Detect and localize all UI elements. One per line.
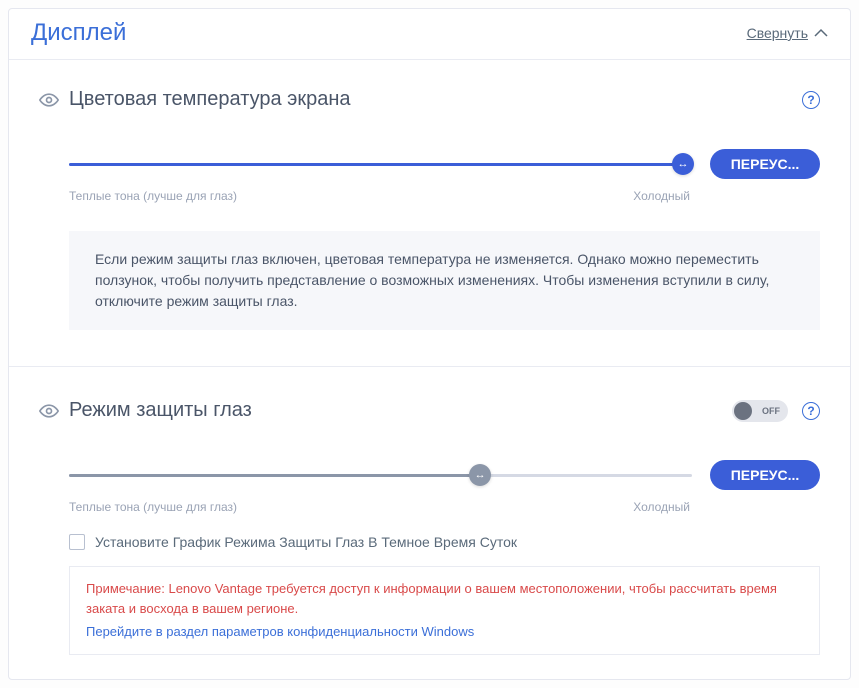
panel-body: Цветовая температура экрана ? ↔ ПЕРЕУС..… [9, 60, 850, 679]
slider-track: ↔ [69, 474, 692, 477]
slider-fill [69, 474, 480, 477]
cold-label: Холодный [633, 189, 690, 203]
eye-care-reset-button[interactable]: ПЕРЕУС... [710, 460, 820, 490]
toggle-knob [734, 402, 752, 420]
color-temperature-section: Цветовая температура экрана ? ↔ ПЕРЕУС..… [39, 88, 820, 330]
location-note-box: Примечание: Lenovo Vantage требуется дос… [69, 566, 820, 655]
slider-fill [69, 163, 692, 166]
color-temp-slider[interactable]: ↔ [69, 163, 692, 166]
warm-label: Теплые тона (лучше для глаз) [69, 500, 237, 514]
eye-care-toggle[interactable]: OFF [732, 400, 788, 422]
privacy-settings-link[interactable]: Перейдите в раздел параметров конфиденци… [86, 622, 803, 642]
schedule-checkbox[interactable] [69, 534, 85, 550]
schedule-checkbox-row: Установите График Режима Защиты Глаз В Т… [39, 534, 820, 550]
slider-track: ↔ [69, 163, 692, 166]
slider-labels: Теплые тона (лучше для глаз) Холодный [39, 189, 820, 203]
eye-icon [39, 401, 59, 421]
help-icon[interactable]: ? [802, 91, 820, 109]
section-divider [9, 366, 850, 367]
location-note-text: Примечание: Lenovo Vantage требуется дос… [86, 579, 803, 618]
schedule-checkbox-label: Установите График Режима Защиты Глаз В Т… [95, 534, 517, 550]
panel-header: Дисплей Свернуть [9, 9, 850, 60]
display-panel: Дисплей Свернуть Цветовая температура эк… [8, 8, 851, 680]
chevron-up-icon [814, 28, 828, 38]
cold-label: Холодный [633, 500, 690, 514]
slider-labels: Теплые тона (лучше для глаз) Холодный [39, 500, 820, 514]
eye-icon [39, 90, 59, 110]
color-temp-slider-row: ↔ ПЕРЕУС... [39, 149, 820, 179]
color-temp-title: Цветовая температура экрана [69, 88, 351, 111]
eye-care-section: Режим защиты глаз OFF ? ↔ [39, 399, 820, 655]
section-header: Режим защиты глаз OFF ? [39, 399, 820, 422]
collapse-link[interactable]: Свернуть [747, 25, 828, 41]
collapse-label: Свернуть [747, 25, 808, 41]
help-icon[interactable]: ? [802, 402, 820, 420]
warm-label: Теплые тона (лучше для глаз) [69, 189, 237, 203]
drag-arrows-icon: ↔ [678, 158, 689, 170]
toggle-state-label: OFF [762, 406, 780, 416]
eye-care-slider-row: ↔ ПЕРЕУС... [39, 460, 820, 490]
section-header: Цветовая температура экрана ? [39, 88, 820, 111]
color-temp-info: Если режим защиты глаз включен, цветовая… [69, 231, 820, 330]
eye-care-slider-thumb[interactable]: ↔ [469, 464, 491, 486]
eye-care-title: Режим защиты глаз [69, 399, 252, 422]
panel-title: Дисплей [31, 19, 126, 47]
drag-arrows-icon: ↔ [475, 469, 486, 481]
color-temp-slider-thumb[interactable]: ↔ [672, 153, 694, 175]
eye-care-slider[interactable]: ↔ [69, 474, 692, 477]
color-temp-reset-button[interactable]: ПЕРЕУС... [710, 149, 820, 179]
